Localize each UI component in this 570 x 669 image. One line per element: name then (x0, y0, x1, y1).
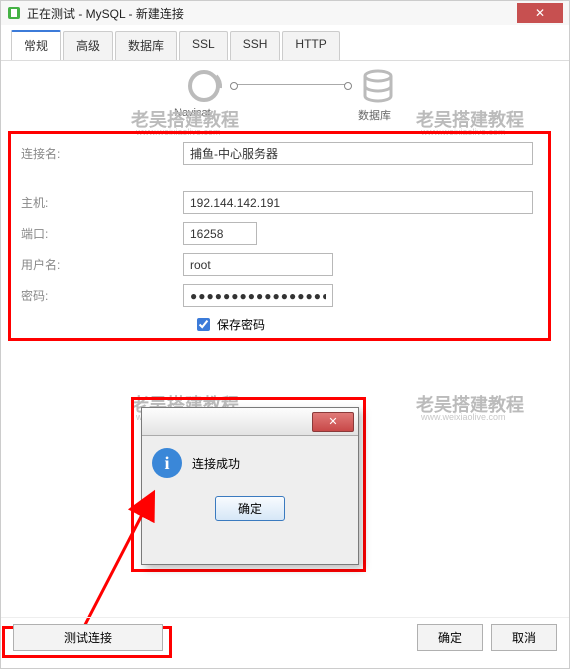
message-dialog: ✕ i 连接成功 确定 (141, 407, 359, 565)
navicat-icon (184, 66, 224, 106)
label-port: 端口: (21, 225, 183, 242)
label-connection-name: 连接名: (21, 145, 183, 162)
diagram-left-label: Navicat (174, 107, 211, 119)
app-icon (7, 6, 21, 20)
connection-diagram: Navicat 数据库 (166, 64, 436, 119)
checkbox-save-password[interactable] (197, 318, 210, 331)
dialog-message: 连接成功 (192, 455, 240, 472)
dialog-highlight-box: ✕ i 连接成功 确定 (131, 397, 366, 572)
watermark-text: 老吴搭建教程 (416, 391, 524, 417)
dialog-close-button[interactable]: ✕ (312, 412, 354, 432)
label-save-password: 保存密码 (217, 316, 265, 333)
window-close-button[interactable]: ✕ (517, 3, 563, 23)
bottom-button-bar: 测试连接 确定 取消 (1, 617, 569, 657)
dialog-titlebar: ✕ (142, 408, 358, 436)
label-user: 用户名: (21, 256, 183, 273)
tab-http[interactable]: HTTP (282, 31, 339, 60)
input-port[interactable] (183, 222, 257, 245)
tab-database[interactable]: 数据库 (115, 31, 177, 60)
tab-general[interactable]: 常规 (11, 30, 61, 60)
input-connection-name[interactable] (183, 142, 533, 165)
tabbar: 常规 高级 数据库 SSL SSH HTTP (1, 25, 569, 61)
database-icon (358, 66, 398, 106)
window-title: 正在测试 - MySQL - 新建连接 (27, 5, 517, 22)
cancel-button[interactable]: 取消 (491, 624, 557, 651)
tab-ssh[interactable]: SSH (230, 31, 281, 60)
input-password[interactable] (183, 284, 333, 307)
window-titlebar: 正在测试 - MySQL - 新建连接 ✕ (1, 1, 569, 25)
test-connection-button[interactable]: 测试连接 (13, 624, 163, 651)
tab-advanced[interactable]: 高级 (63, 31, 113, 60)
label-password: 密码: (21, 287, 183, 304)
watermark-url: www.weixiaolive.com (421, 412, 506, 422)
diagram-right-label: 数据库 (358, 107, 391, 123)
tab-ssl[interactable]: SSL (179, 31, 228, 60)
input-host[interactable] (183, 191, 533, 214)
input-user[interactable] (183, 253, 333, 276)
label-host: 主机: (21, 194, 183, 211)
ok-button[interactable]: 确定 (417, 624, 483, 651)
form-highlight-box: 连接名: 主机: 端口: 用户名: 密码: 保存密码 (8, 131, 551, 341)
dialog-ok-button[interactable]: 确定 (215, 496, 285, 521)
info-icon: i (152, 448, 182, 478)
